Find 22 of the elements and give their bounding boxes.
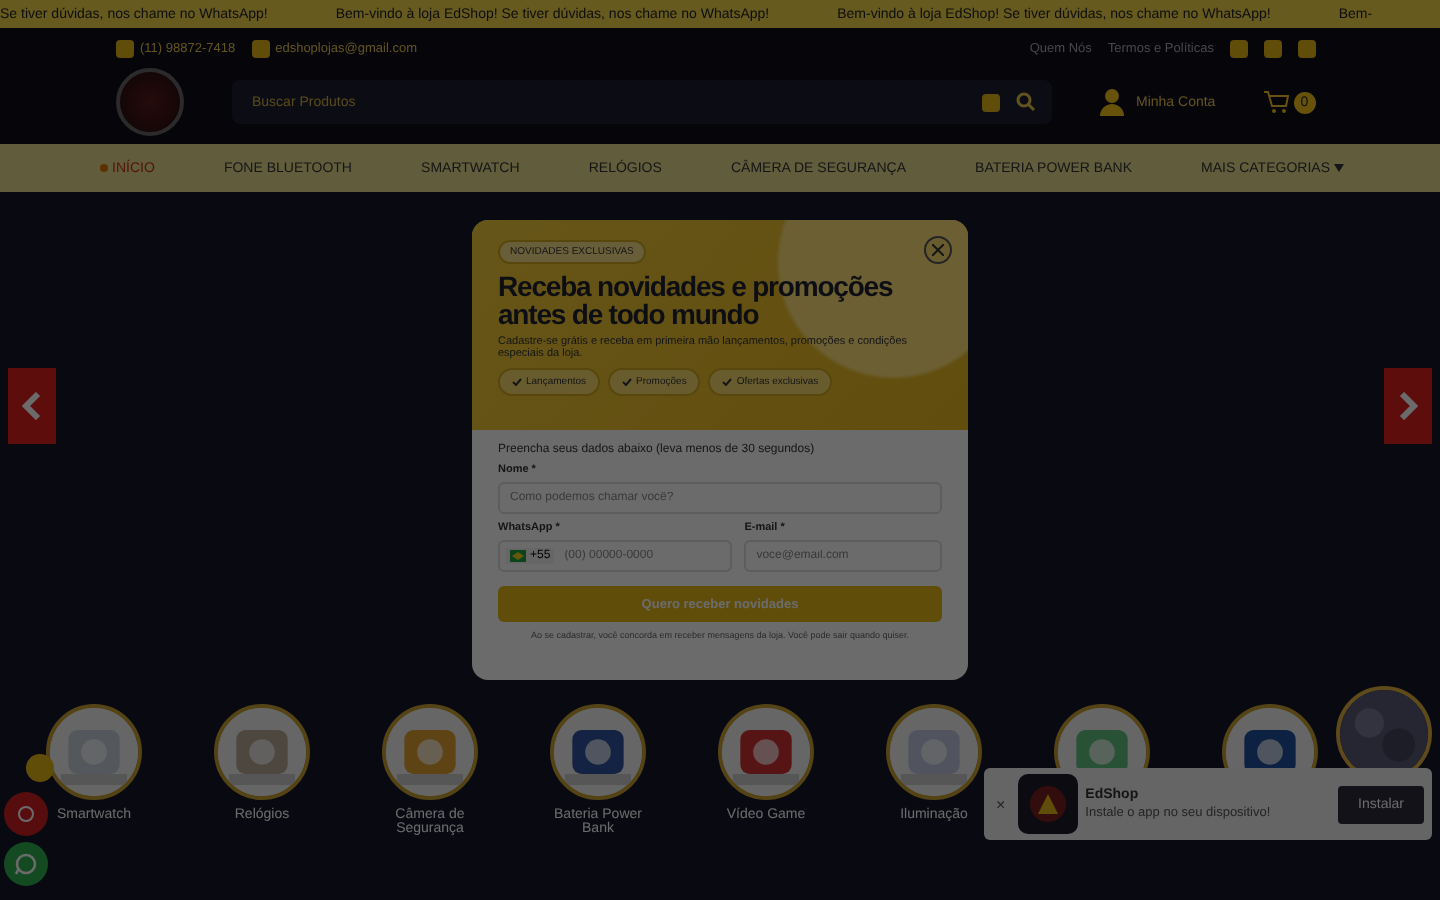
check-icon	[512, 378, 522, 386]
close-button[interactable]	[924, 236, 952, 264]
cart-icon[interactable]	[1263, 90, 1290, 114]
store-logo[interactable]	[116, 68, 184, 136]
whatsapp-button[interactable]	[4, 842, 48, 886]
chat-icon	[14, 852, 38, 876]
user-icon	[1100, 88, 1124, 116]
next-slide-button[interactable]	[1384, 368, 1432, 444]
app-icon	[1017, 774, 1078, 834]
chevron-right-icon	[1398, 392, 1418, 420]
chevron-left-icon	[22, 392, 42, 420]
check-icon	[722, 378, 733, 386]
check-icon	[622, 378, 633, 386]
previous-slide-button[interactable]	[8, 368, 56, 444]
close-button[interactable]: ×	[992, 795, 1010, 813]
help-button[interactable]	[4, 792, 48, 836]
flag-icon	[510, 550, 526, 562]
circle-icon	[16, 804, 36, 824]
notification-button[interactable]	[26, 754, 54, 782]
search-icon[interactable]	[1016, 92, 1036, 112]
modal-title: Receba novidades e promoções antes de todo mundo	[498, 272, 895, 328]
close-icon	[932, 244, 944, 256]
